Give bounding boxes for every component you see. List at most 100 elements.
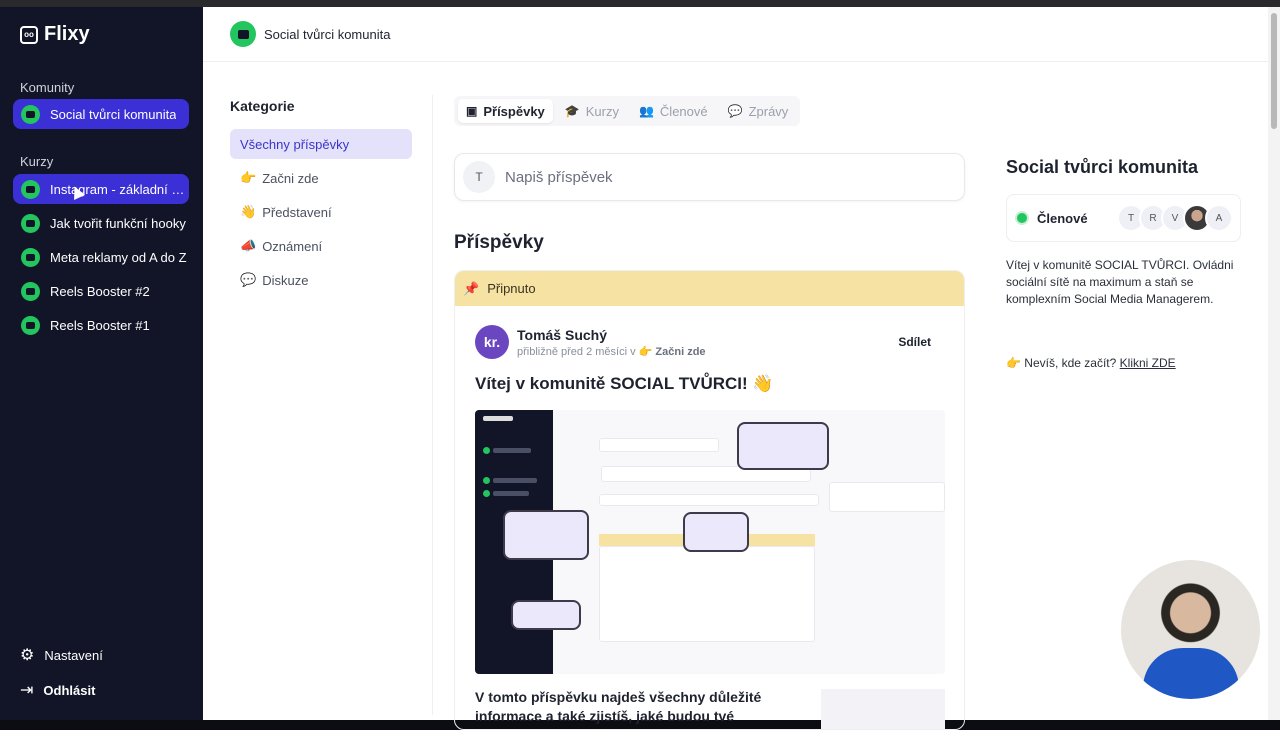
post-composer[interactable]: T Napiš příspěvek [454,153,965,201]
sidebar-item-label: Social tvůrci komunita [50,106,177,122]
tab-prispevky[interactable]: ▣ Příspěvky [458,99,553,123]
image-line [493,491,529,496]
section-tabs: ▣ Příspěvky 🎓 Kurzy 👥 Členové 💬 Zprávy [454,96,801,126]
tab-label: Kurzy [585,103,619,119]
category-zacni-zde[interactable]: 👉 Začni zde [230,163,412,193]
pinned-post-card[interactable]: 📌 Připnuto kr. Tomáš Suchý přibližně pře… [454,270,965,730]
image-tabs [599,438,719,452]
logout-label: Odhlásit [43,682,96,698]
member-avatars: T R V A [1117,204,1233,232]
image-right-panel [829,482,945,512]
post-excerpt: V tomto příspěvku najdeš všechny důležit… [475,689,762,724]
chat-bubble-icon [21,247,40,267]
tab-label: Příspěvky [483,103,545,119]
sidebar-course-meta-reklamy[interactable]: Meta reklamy od A do Z [13,242,189,272]
tab-kurzy[interactable]: 🎓 Kurzy [557,99,627,123]
post-time: přibližně před 2 měsíci v [517,345,636,358]
image-dot [483,447,490,454]
tab-clenove[interactable]: 👥 Členové [631,99,716,123]
settings-link[interactable]: ⚙ Nastavení [20,645,103,665]
flixy-logo-icon: oo [20,25,38,44]
tab-label: Zprávy [748,103,789,119]
category-label: Diskuze [262,272,309,288]
chat-bubble-icon [230,21,256,47]
courses-heading: Kurzy [20,154,54,169]
image-categories [599,494,819,506]
community-description: Vítej v komunitě SOCIAL TVŮRCI. Ovládni … [1006,258,1234,306]
logout-link[interactable]: ⇥ Odhlásit [20,680,95,700]
avatar: A [1205,204,1233,232]
tab-zpravy[interactable]: 💬 Zprávy [720,99,797,123]
category-predstaveni[interactable]: 👋 Představení [230,197,412,227]
scrollbar-thumb[interactable] [1271,13,1277,129]
post-category-link[interactable]: 👉 Začni zde [639,346,706,358]
image-line [483,416,513,421]
sidebar-course-reels-2[interactable]: Reels Booster #2 [13,276,189,306]
page-title: Social tvůrci komunita [264,26,391,42]
composer-placeholder: Napiš příspěvek [505,168,613,186]
hint-text: 👉 Nevíš, kde začít? [1006,356,1117,370]
category-oznameni[interactable]: 📣 Oznámení [230,231,412,261]
image-callout [511,600,581,630]
sidebar-course-hooky[interactable]: Jak tvořit funkční hooky [13,208,189,238]
image-callout [737,422,829,470]
scrollbar[interactable] [1268,7,1280,720]
avatar[interactable]: kr. [475,325,509,359]
graduation-cap-icon: 🎓 [564,104,580,118]
window-top-strip [0,0,1280,7]
posts-heading: Příspěvky [454,232,544,253]
sidebar: oo Flixy Komunity Social tvůrci komunita… [0,7,203,720]
image-callout [503,510,589,560]
category-diskuze[interactable]: 💬 Diskuze [230,265,412,295]
chat-bubble-icon [21,315,40,335]
members-card[interactable]: Členové T R V A [1006,194,1241,242]
webcam-overlay [1121,560,1260,699]
communities-heading: Komunity [20,80,75,95]
share-button[interactable]: Sdílet [898,335,931,349]
post-thumbnail [821,689,945,729]
sidebar-item-label: Meta reklamy od A do Z [50,249,187,265]
settings-label: Nastavení [44,647,103,663]
sidebar-item-label: Reels Booster #2 [50,283,150,299]
author-name[interactable]: Tomáš Suchý [517,327,706,343]
post-author: kr. Tomáš Suchý přibližně před 2 měsíci … [475,325,706,359]
column-divider [432,95,433,715]
image-dot [483,490,490,497]
category-all-posts[interactable]: Všechny příspěvky [230,129,412,159]
chat-bubble-icon [21,179,40,199]
category-label: Všechny příspěvky [240,136,350,152]
click-here-link[interactable]: Klikni ZDE [1120,356,1176,370]
waving-hand-icon: 👋 [240,204,257,219]
category-label: Představení [262,204,332,220]
app-name: Flixy [44,23,90,45]
gear-icon: ⚙ [20,647,35,664]
logout-icon: ⇥ [20,682,34,699]
message-icon: 💬 [727,104,743,118]
chat-bubble-icon [21,104,40,124]
image-callout [683,512,749,552]
sidebar-course-instagram[interactable]: Instagram - základní kurz [13,174,189,204]
sidebar-course-reels-1[interactable]: Reels Booster #1 [13,310,189,340]
image-line [493,478,537,483]
post-meta: přibližně před 2 měsíci v 👉 Začni zde [517,345,706,358]
category-label: Začni zde [262,170,319,186]
speech-bubble-icon: 💬 [240,272,257,287]
main-content: Social tvůrci komunita Kategorie Všechny… [203,7,1268,730]
users-icon: 👥 [638,104,654,118]
category-label: Oznámení [262,238,323,254]
image-line [493,448,531,453]
megaphone-icon: 📣 [240,238,257,253]
chat-bubble-icon [21,281,40,301]
start-hint: 👉 Nevíš, kde začít? Klikni ZDE [1006,356,1176,370]
webcam-person [1143,648,1239,699]
avatar: T [463,161,495,193]
community-title: Social tvůrci komunita [1006,157,1199,177]
app-logo[interactable]: oo Flixy [20,23,90,46]
pinned-banner: 📌 Připnuto [455,271,964,306]
sidebar-item-label: Reels Booster #1 [50,317,150,333]
post-title: Vítej v komunitě SOCIAL TVŮRCI! 👋 [475,374,774,393]
members-label: Členové [1037,210,1088,226]
sidebar-community-social-tvurci[interactable]: Social tvůrci komunita [13,99,189,129]
post-image[interactable] [475,410,945,674]
posts-icon: ▣ [466,104,478,118]
